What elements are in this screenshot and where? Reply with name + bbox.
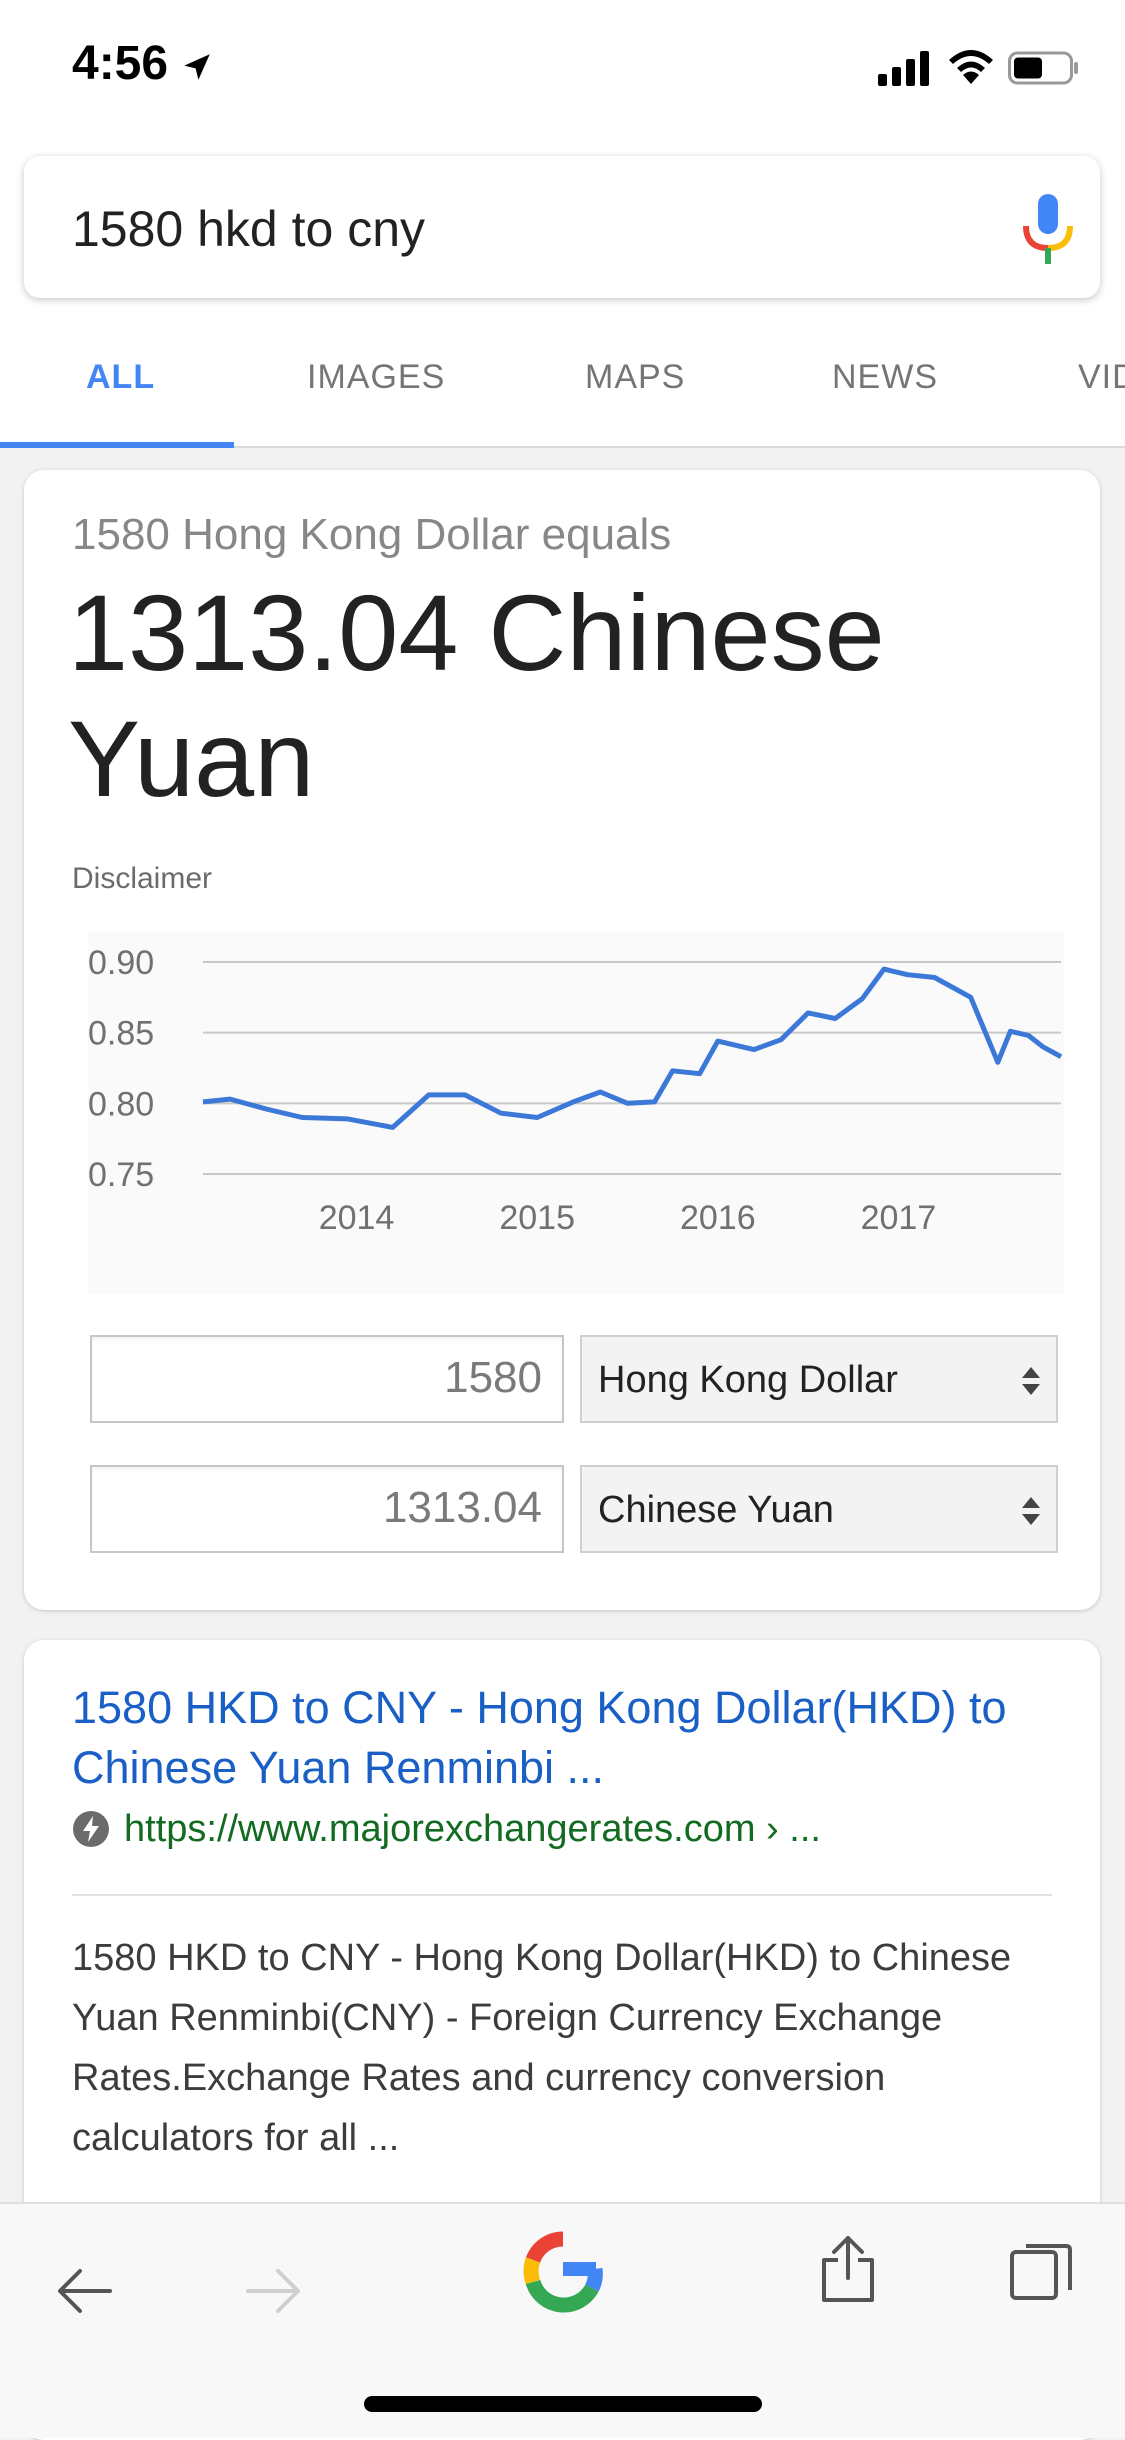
tab-images[interactable]: IMAGES — [307, 358, 445, 397]
result-title-link[interactable]: 1580 HKD to CNY - Hong Kong Dollar(HKD) … — [72, 1678, 1072, 1798]
from-currency-label: Hong Kong Dollar — [598, 1359, 898, 1402]
search-header: 1580 hkd to cny ALL IMAGES MAPS NEWS VID — [0, 140, 1125, 446]
converter-result: 1313.04 Chinese Yuan — [68, 570, 1068, 822]
exchange-rate-chart[interactable]: 0.90 0.85 0.80 0.75 2014 2015 2016 2017 — [88, 932, 1064, 1294]
back-arrow-icon[interactable] — [54, 2268, 114, 2314]
to-amount-value: 1313.04 — [383, 1483, 542, 1533]
from-amount-input[interactable]: 1580 — [90, 1335, 564, 1423]
to-currency-label: Chinese Yuan — [598, 1489, 834, 1532]
status-bar: 4:56 — [0, 0, 1125, 140]
status-time: 4:56 — [72, 36, 168, 91]
to-currency-select[interactable]: Chinese Yuan — [580, 1465, 1058, 1553]
y-tick-label: 0.90 — [88, 944, 154, 982]
x-tick-label: 2017 — [861, 1199, 937, 1237]
active-tab-indicator — [0, 442, 234, 448]
select-arrows-icon — [1020, 1363, 1042, 1399]
microphone-icon[interactable] — [1020, 192, 1076, 268]
result-url[interactable]: https://www.majorexchangerates.com › ... — [124, 1808, 821, 1851]
battery-icon — [1008, 50, 1080, 86]
x-tick-label: 2015 — [499, 1199, 575, 1237]
from-currency-select[interactable]: Hong Kong Dollar — [580, 1335, 1058, 1423]
disclaimer-link[interactable]: Disclaimer — [72, 862, 212, 896]
signal-icon — [878, 50, 934, 86]
chart-background — [88, 932, 1064, 1294]
exchange-rate-chart-svg: 0.90 0.85 0.80 0.75 2014 2015 2016 2017 — [88, 932, 1064, 1294]
tabs-switcher-icon[interactable] — [1008, 2242, 1074, 2302]
forward-arrow-icon[interactable] — [244, 2268, 304, 2314]
search-box[interactable]: 1580 hkd to cny — [24, 156, 1100, 298]
google-logo-icon[interactable] — [516, 2224, 610, 2318]
location-arrow-icon — [180, 50, 214, 84]
currency-converter-card: 1580 Hong Kong Dollar equals 1313.04 Chi… — [24, 470, 1100, 1610]
y-tick-label: 0.85 — [88, 1015, 154, 1053]
tab-maps[interactable]: MAPS — [585, 358, 685, 397]
y-tick-label: 0.80 — [88, 1085, 154, 1123]
home-indicator — [364, 2396, 762, 2412]
x-tick-label: 2014 — [319, 1199, 395, 1237]
amp-bolt-icon — [72, 1810, 110, 1848]
wifi-icon — [946, 46, 996, 86]
search-tabs: ALL IMAGES MAPS NEWS VID — [0, 338, 1125, 448]
tab-all[interactable]: ALL — [86, 358, 155, 397]
converter-equals-line: 1580 Hong Kong Dollar equals — [72, 510, 671, 560]
result-snippet: 1580 HKD to CNY - Hong Kong Dollar(HKD) … — [72, 1928, 1062, 2168]
search-query[interactable]: 1580 hkd to cny — [72, 200, 425, 258]
share-icon[interactable] — [820, 2234, 876, 2304]
from-amount-value: 1580 — [444, 1353, 542, 1403]
x-tick-label: 2016 — [680, 1199, 756, 1237]
result-divider — [72, 1894, 1052, 1896]
y-tick-label: 0.75 — [88, 1156, 154, 1194]
to-amount-input[interactable]: 1313.04 — [90, 1465, 564, 1553]
tab-videos[interactable]: VID — [1078, 358, 1125, 397]
select-arrows-icon — [1020, 1493, 1042, 1529]
tab-news[interactable]: NEWS — [832, 358, 938, 397]
